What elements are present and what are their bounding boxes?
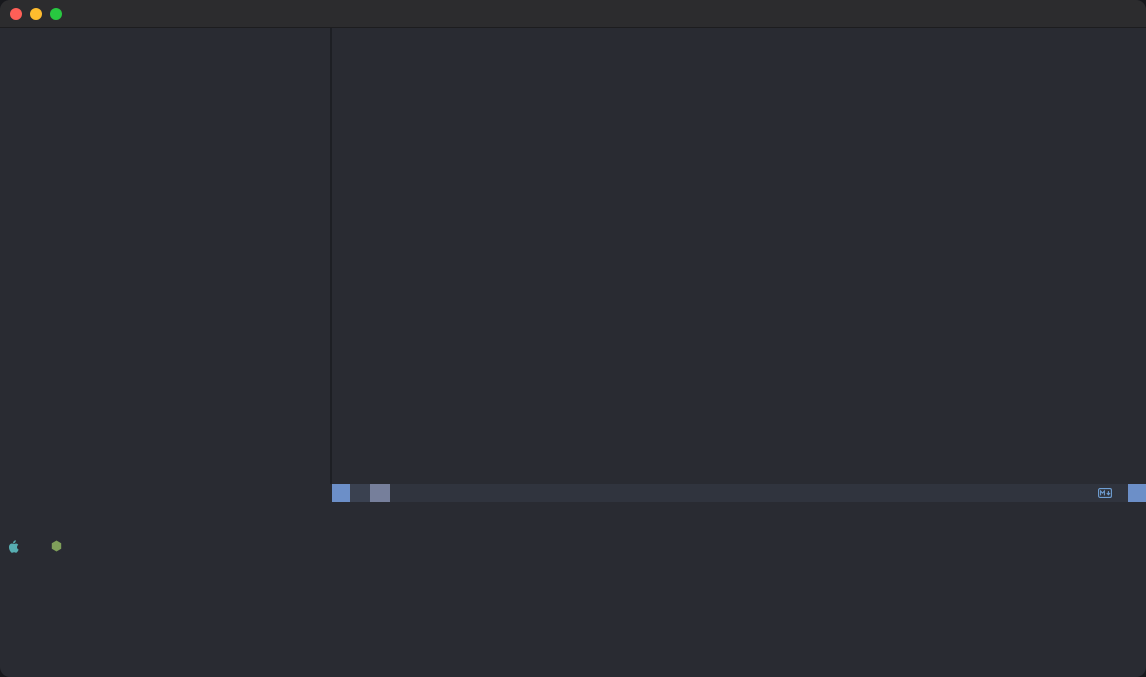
tmux-pane-shell[interactable] [0,520,1146,651]
neo-tree-panel [0,28,332,484]
mode-indicator [332,484,350,502]
statusline [332,484,1146,502]
shell-prompt [7,537,1146,555]
node-icon [51,540,62,552]
statusline-filetype [1088,484,1128,502]
titlebar [0,0,1146,28]
terminal-window [0,0,1146,677]
neo-tree-statusline [0,484,332,502]
statusline-spacer [390,484,1088,502]
markdown-icon [1098,488,1112,498]
tmux-statusbar [0,651,1146,677]
status-row [0,484,1146,502]
apple-icon [7,539,19,553]
statusline-position [1128,484,1146,502]
prompt-arrow[interactable] [7,558,1146,576]
command-line-message [0,502,1146,520]
editor-pane [332,28,1146,484]
statusline-filepath [370,484,390,502]
close-button[interactable] [10,8,22,20]
zoom-button[interactable] [50,8,62,20]
traffic-lights [0,8,62,20]
minimize-button[interactable] [30,8,42,20]
statusline-git-info [350,484,370,502]
tmux-pane-nvim [0,28,1146,484]
